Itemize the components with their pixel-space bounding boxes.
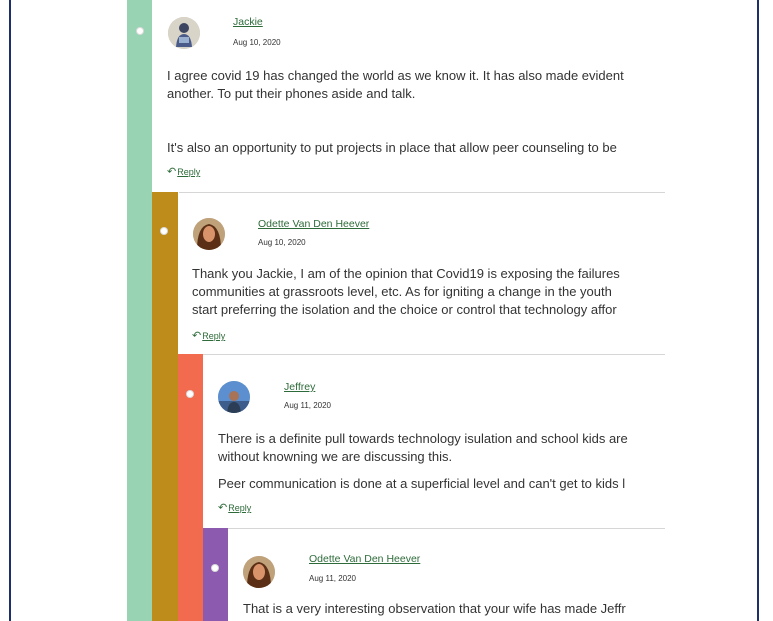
- thread-dot-icon: [160, 227, 168, 235]
- comment-author-link[interactable]: Odette Van Den Heever: [309, 553, 420, 565]
- thread-bar-level-3: [178, 354, 203, 621]
- comment-date: Aug 11, 2020: [309, 574, 357, 583]
- comment-body-line: Thank you Jackie, I am of the opinion th…: [192, 266, 620, 281]
- thread-dot-icon: [136, 27, 144, 35]
- comment-body-line: There is a definite pull towards technol…: [218, 431, 628, 446]
- thread-bar-level-1: [127, 0, 152, 621]
- comment-date: Aug 10, 2020: [258, 238, 306, 247]
- comment-date: Aug 10, 2020: [233, 38, 281, 47]
- comment-body-line: That is a very interesting observation t…: [243, 601, 626, 616]
- reply-arrow-icon: ↶: [218, 502, 228, 514]
- thread-bar-level-4: [203, 528, 228, 621]
- separator: [179, 192, 665, 193]
- avatar-jeffrey: [218, 381, 250, 413]
- reply-arrow-icon: ↶: [167, 166, 177, 178]
- reply-label: Reply: [202, 331, 226, 341]
- thread-bar-level-2: [152, 192, 178, 621]
- comment-body-line: communities at grassroots level, etc. As…: [192, 284, 612, 299]
- avatar-jackie: [168, 17, 200, 49]
- reply-button[interactable]: ↶Reply: [167, 165, 200, 178]
- comment-date: Aug 11, 2020: [284, 401, 332, 410]
- separator: [203, 354, 665, 355]
- reply-label: Reply: [177, 167, 201, 177]
- reply-button[interactable]: ↶Reply: [192, 329, 225, 342]
- comment-thread: Jackie Aug 10, 2020 I agree covid 19 has…: [0, 0, 665, 621]
- reply-label: Reply: [228, 503, 252, 513]
- avatar-odette: [243, 556, 275, 588]
- thread-dot-icon: [211, 564, 219, 572]
- comment-body-line: without knowning we are discussing this.: [218, 449, 453, 464]
- avatar-odette: [193, 218, 225, 250]
- comment-author-link[interactable]: Jeffrey: [284, 381, 315, 393]
- comment-body-line: I agree covid 19 has changed the world a…: [167, 68, 624, 83]
- comment-author-link[interactable]: Odette Van Den Heever: [258, 218, 369, 230]
- separator: [228, 528, 665, 529]
- comment-author-link[interactable]: Jackie: [233, 16, 263, 28]
- frame-border-right: [757, 0, 759, 621]
- reply-arrow-icon: ↶: [192, 330, 202, 342]
- comment-body-line: another. To put their phones aside and t…: [167, 86, 416, 101]
- reply-button[interactable]: ↶Reply: [218, 501, 251, 514]
- comment-body-line: Peer communication is done at a superfic…: [218, 476, 626, 491]
- comment-body-line: start preferring the isolation and the c…: [192, 302, 617, 317]
- thread-dot-icon: [186, 390, 194, 398]
- comment-body-line: It's also an opportunity to put projects…: [167, 140, 617, 155]
